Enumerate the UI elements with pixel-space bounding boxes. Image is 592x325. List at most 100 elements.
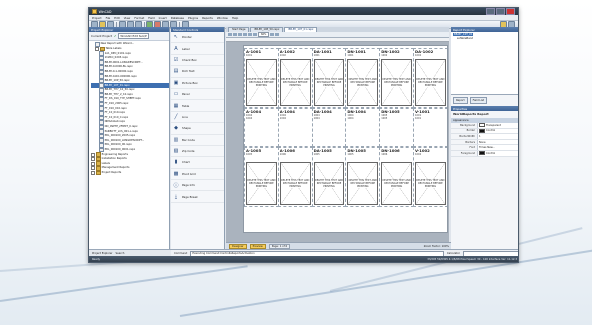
panel-button[interactable]: Field List xyxy=(469,97,487,104)
label-cell[interactable]: DN-1005 1005 1005 xyxy=(379,108,414,147)
menu-item[interactable]: Edit xyxy=(114,16,119,20)
menu-item[interactable]: View xyxy=(124,16,131,20)
panel-button[interactable]: Report xyxy=(453,97,468,104)
toolbox-item[interactable]: ╱ Line xyxy=(171,112,224,124)
properties-grid: Background Transparent Border Control Border… xyxy=(451,123,518,157)
expand-icon[interactable] xyxy=(91,170,95,175)
align-center-icon[interactable] xyxy=(248,33,252,36)
italic-icon[interactable] xyxy=(233,33,237,36)
grid-icon[interactable] xyxy=(270,33,275,36)
view-tab[interactable]: Designer xyxy=(229,243,247,249)
toolbox-item-icon: ▧ xyxy=(173,148,179,155)
label-cell[interactable]: A-1005 1005 DELETE THIS TEXT AND RECTANGLE… xyxy=(244,147,279,207)
bold-icon[interactable] xyxy=(228,33,232,36)
tree-item[interactable]: Project Reports xyxy=(91,170,169,176)
label-cell[interactable]: DN-1005 1005 DELETE THIS TEXT AND RECTANGL… xyxy=(345,147,381,207)
menu-item[interactable]: File xyxy=(106,16,111,20)
property-value[interactable]: Control xyxy=(477,128,518,134)
expand-icon[interactable] xyxy=(91,152,95,157)
toolbox-item[interactable]: ↖ Pointer xyxy=(171,32,224,44)
label-cell[interactable]: V-1001 1001 1001 xyxy=(413,108,447,147)
expand-icon[interactable] xyxy=(91,166,95,171)
label-number: 1001 xyxy=(246,54,253,57)
property-value-text: Control xyxy=(486,129,496,133)
tree-item-label: 1h2RO_0203.repx xyxy=(104,56,128,60)
document-tab[interactable]: BB-BY_10T_01.repx xyxy=(284,27,318,32)
placeholder-text: DELETE THIS TEXT AND RECTANGLE BEFORE PR… xyxy=(314,179,344,188)
zoom-field[interactable]: 66% xyxy=(258,32,270,37)
report-tree-child[interactable]: ssTableBand xyxy=(457,37,473,40)
property-value[interactable]: Transparent xyxy=(477,123,518,128)
property-row[interactable]: Foreground Control xyxy=(451,150,518,157)
label-cell[interactable]: DA-1005 1005 DELETE THIS TEXT AND RECTANGL… xyxy=(311,147,347,207)
label-cell[interactable]: DA-1004 1004 1004 xyxy=(311,108,347,147)
menu-item[interactable]: Database xyxy=(171,16,184,20)
label-cell[interactable]: A-1004 1004 1004 xyxy=(244,108,279,147)
underline-icon[interactable] xyxy=(238,33,242,36)
toolbox-item[interactable]: ◆ Shape xyxy=(171,123,224,135)
close-button[interactable] xyxy=(506,8,515,15)
toolbox-item[interactable]: A Label xyxy=(171,43,224,55)
property-value[interactable]: None xyxy=(477,139,518,145)
label-cell[interactable]: DN-1002 1002 DELETE THIS TEXT AND RECTANGL… xyxy=(379,48,414,108)
menu-item[interactable]: Window xyxy=(217,16,228,20)
view-tab[interactable]: Page: 1 of 6 xyxy=(268,243,291,249)
footer-tab[interactable]: Search xyxy=(116,252,125,255)
property-value[interactable]: 1 xyxy=(477,134,518,139)
toolbox-item[interactable]: ▭ Panel xyxy=(171,89,224,101)
toolbox-item[interactable]: ☑ Check Box xyxy=(171,55,224,67)
toolbox-item[interactable]: ▩ Pivot Grid xyxy=(171,169,224,181)
footer-tab[interactable]: Project Explorer xyxy=(92,252,113,255)
label-cell[interactable]: A-1002 1002 DELETE THIS TEXT AND RECTANGLE… xyxy=(277,48,313,108)
tree-item-label: PRL_000100_00.repx xyxy=(104,143,132,147)
menu-item[interactable]: Format xyxy=(134,16,144,20)
menu-item[interactable]: Project xyxy=(92,16,102,20)
maximize-button[interactable] xyxy=(496,8,505,15)
toolbox-item[interactable]: ▤ Rich Text xyxy=(171,66,224,78)
expand-icon[interactable] xyxy=(91,157,95,162)
toolbox-item[interactable]: ▥ Bar Code xyxy=(171,135,224,146)
label-cell[interactable]: DN-1001 1001 DELETE THIS TEXT AND RECTANGL… xyxy=(345,48,381,108)
property-value-text: Transparent xyxy=(486,123,501,127)
minimize-button[interactable] xyxy=(486,8,495,15)
label-cell[interactable]: V-1002 1002 DELETE THIS TEXT AND RECTANGLE… xyxy=(413,147,447,207)
toolbox-item[interactable]: ⤓ Page Break xyxy=(171,191,224,203)
toolbox-item[interactable]: ▮ Chart xyxy=(171,157,224,169)
label-cell[interactable]: DA-1001 1001 DELETE THIS TEXT AND RECTANGL… xyxy=(311,48,347,108)
label-cell[interactable]: DN-1004 1004 1004 xyxy=(345,108,381,147)
label-cell[interactable]: A-1004 1004 1004 xyxy=(277,108,313,147)
menu-item[interactable]: Field xyxy=(148,16,154,20)
property-value[interactable]: Control xyxy=(477,150,518,156)
command-label: Command xyxy=(174,252,188,255)
view-tab[interactable]: Preview xyxy=(249,243,266,249)
label-number: 1002 xyxy=(279,54,286,57)
status-text: Ready xyxy=(92,257,101,261)
toolbox-item[interactable]: ⓘ Page Info xyxy=(171,180,224,192)
label-cell[interactable]: A-1006 1006 DELETE THIS TEXT AND RECTANGLE… xyxy=(277,147,313,207)
toolbox-item[interactable]: ▣ Picture Box xyxy=(171,78,224,89)
align-left-icon[interactable] xyxy=(243,33,247,36)
label-cell[interactable]: A-1001 1001 DELETE THIS TEXT AND RECTANGLE… xyxy=(244,48,279,108)
app-logo-icon xyxy=(92,9,97,14)
snap-icon[interactable] xyxy=(275,33,280,36)
document-tab[interactable]: Start Page xyxy=(228,27,250,32)
window-title: WinCAD xyxy=(98,9,112,14)
toolbox-item-icon: ▩ xyxy=(173,170,179,177)
expand-icon[interactable] xyxy=(91,161,95,166)
menu-item[interactable]: Reports xyxy=(202,16,213,20)
tree-item-label: NO_0SPTP_2FRMT_0.repx xyxy=(104,125,138,129)
menu-item[interactable]: Help xyxy=(232,16,238,20)
toolbox-item[interactable]: ▦ Table xyxy=(171,100,224,112)
property-value-text: None xyxy=(479,140,486,144)
current-project-select[interactable]: WinCAD Edit Sub/P xyxy=(118,33,149,39)
toolbox-item[interactable]: ▧ Zip Code xyxy=(171,146,224,158)
property-value[interactable]: Times New... xyxy=(477,145,518,150)
report-tree-root[interactable]: BB-BY_10T_01 xyxy=(453,33,474,36)
align-right-icon[interactable] xyxy=(253,33,257,36)
menu-item[interactable]: Plugins xyxy=(188,16,198,20)
label-cell[interactable]: DA-1002 1002 DELETE THIS TEXT AND RECTANGL… xyxy=(413,48,447,108)
label-cell[interactable]: DN-1006 1006 DELETE THIS TEXT AND RECTANGL… xyxy=(379,147,414,207)
file-icon xyxy=(95,42,100,47)
menu-item[interactable]: Insert xyxy=(159,16,167,20)
check-icon: ✔ xyxy=(113,34,117,38)
